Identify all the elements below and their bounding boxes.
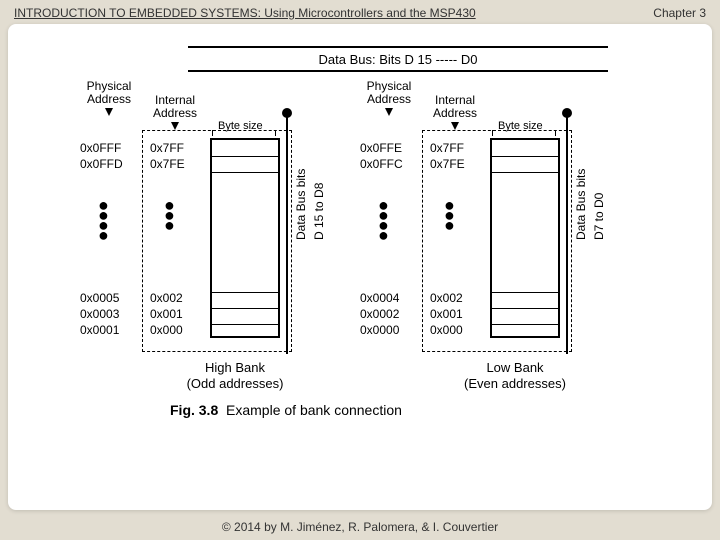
- byte-bracket: [492, 130, 556, 136]
- physical-address-label: Physical Address: [80, 80, 138, 116]
- internal-address-label: Internal Address: [148, 94, 202, 130]
- low-bank: Physical Address Internal Address Byte s…: [360, 80, 630, 360]
- byte-bracket: [212, 130, 276, 136]
- memory-block-low: [490, 138, 560, 338]
- figure-diagram: Data Bus: Bits D 15 ----- D0 Physical Ad…: [80, 42, 640, 422]
- arrow-down-icon: [105, 108, 113, 116]
- phys-addr-top: 0x0FFE 0x0FFC: [360, 140, 418, 172]
- bus-connector: [286, 110, 288, 354]
- int-addr-bot: 0x002 0x001 0x000: [430, 290, 480, 338]
- page-header: INTRODUCTION TO EMBEDDED SYSTEMS: Using …: [0, 0, 720, 24]
- bank-title-high: High Bank (Odd addresses): [170, 360, 300, 391]
- figure-caption: Fig. 3.8 Example of bank connection: [170, 402, 402, 418]
- bus-bits-label: Data Bus bits: [294, 169, 308, 240]
- int-addr-top: 0x7FF 0x7FE: [150, 140, 200, 172]
- bus-bits-label: Data Bus bits: [574, 169, 588, 240]
- book-title: INTRODUCTION TO EMBEDDED SYSTEMS: Using …: [14, 6, 476, 20]
- arrow-down-icon: [171, 122, 179, 130]
- bus-bits-range: D7 to D0: [592, 193, 606, 240]
- slide-body: Data Bus: Bits D 15 ----- D0 Physical Ad…: [8, 24, 712, 510]
- int-addr-bot: 0x002 0x001 0x000: [150, 290, 200, 338]
- ellipsis-icon: ●●●: [444, 200, 455, 230]
- bus-connector: [566, 110, 568, 354]
- phys-addr-bot: 0x0005 0x0003 0x0001: [80, 290, 138, 338]
- chapter-label: Chapter 3: [653, 6, 706, 20]
- ellipsis-icon: ●●●●: [98, 200, 109, 240]
- bus-bits-range: D 15 to D8: [312, 183, 326, 240]
- int-addr-top: 0x7FF 0x7FE: [430, 140, 480, 172]
- memory-block-high: [210, 138, 280, 338]
- ellipsis-icon: ●●●●: [378, 200, 389, 240]
- arrow-down-icon: [451, 122, 459, 130]
- bank-title-low: Low Bank (Even addresses): [450, 360, 580, 391]
- phys-addr-top: 0x0FFF 0x0FFD: [80, 140, 138, 172]
- copyright-footer: © 2014 by M. Jiménez, R. Palomera, & I. …: [0, 520, 720, 534]
- data-bus-header: Data Bus: Bits D 15 ----- D0: [188, 46, 608, 72]
- internal-address-label: Internal Address: [428, 94, 482, 130]
- ellipsis-icon: ●●●: [164, 200, 175, 230]
- phys-addr-bot: 0x0004 0x0002 0x0000: [360, 290, 418, 338]
- high-bank: Physical Address Internal Address Byte s…: [80, 80, 350, 360]
- arrow-down-icon: [385, 108, 393, 116]
- physical-address-label: Physical Address: [360, 80, 418, 116]
